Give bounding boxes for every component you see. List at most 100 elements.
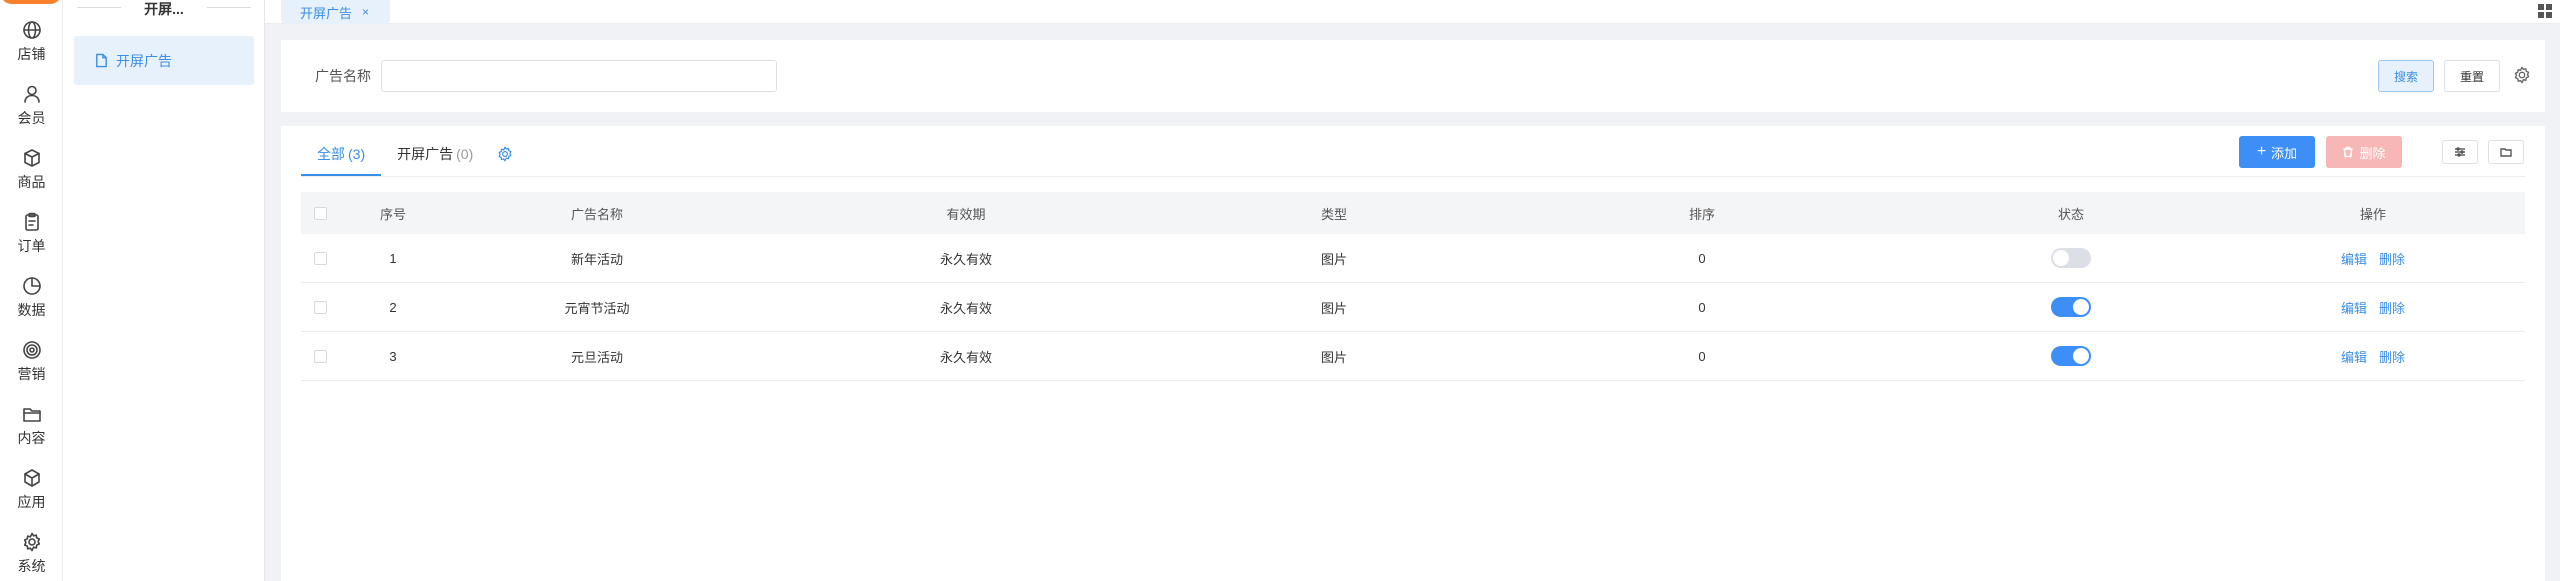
column-header: 操作 <box>2359 206 2386 222</box>
nav-item-label: 数据 <box>17 302 46 318</box>
delete-link[interactable]: 删除 <box>2379 249 2405 268</box>
nav-item-goods[interactable]: 商品 <box>0 148 63 204</box>
status-toggle[interactable] <box>2051 297 2091 317</box>
brand-logo <box>0 0 62 4</box>
submenu-item-splash-ad[interactable]: 开屏广告 <box>74 36 254 85</box>
column-header: 有效期 <box>946 206 986 222</box>
globe-icon <box>22 21 41 39</box>
plus-icon: + <box>2256 143 2267 160</box>
row-validity: 永久有效 <box>939 251 992 267</box>
toggle-knob <box>2073 299 2089 315</box>
tab-count: (0) <box>456 146 474 162</box>
submenu-item-label: 开屏广告 <box>116 52 172 69</box>
export-button[interactable] <box>2488 140 2524 164</box>
nav-item-content[interactable]: 内容 <box>0 404 63 460</box>
add-button-label: 添加 <box>2271 145 2298 161</box>
nav-item-label: 店铺 <box>17 46 46 62</box>
delete-link[interactable]: 删除 <box>2379 298 2405 317</box>
tabs-divider <box>301 176 2525 177</box>
column-header: 广告名称 <box>570 206 623 222</box>
nav-item-order[interactable]: 订单 <box>0 212 63 268</box>
column-header: 类型 <box>1320 206 1347 222</box>
row-select-cell <box>301 300 339 314</box>
cube-icon <box>23 469 40 487</box>
row-ad-name: 新年活动 <box>570 251 623 267</box>
row-actions: 编辑 删除 <box>2221 347 2525 366</box>
edit-link[interactable]: 编辑 <box>2341 249 2367 268</box>
row-validity: 永久有效 <box>939 300 992 316</box>
row-select-cell <box>301 349 339 363</box>
nav-item-label: 系统 <box>17 558 46 574</box>
row-status-cell <box>1921 297 2221 317</box>
pie-chart-icon <box>22 277 41 295</box>
table-row: 1 新年活动 永久有效 图片 0 编辑 删除 <box>301 234 2525 283</box>
user-icon <box>23 85 40 103</box>
row-actions: 编辑 删除 <box>2221 249 2525 268</box>
select-all-checkbox[interactable] <box>313 206 327 220</box>
tab-all[interactable]: 全部 (3) <box>301 140 382 176</box>
row-checkbox[interactable] <box>313 251 327 265</box>
filter-tabs: 全部 (3) 开屏广告 (0) <box>301 140 513 176</box>
nav-item-marketing[interactable]: 营销 <box>0 340 63 396</box>
folder-icon <box>22 408 41 422</box>
nav-item-label: 订单 <box>17 238 46 254</box>
row-type: 图片 <box>1320 349 1347 365</box>
edit-link[interactable]: 编辑 <box>2341 347 2367 366</box>
nav-item-store[interactable]: 店铺 <box>0 20 63 76</box>
nav-item-label: 内容 <box>17 430 46 446</box>
open-tab-splash-ad[interactable]: 开屏广告 × <box>281 0 390 24</box>
tab-splash-ad[interactable]: 开屏广告 (0) <box>381 140 489 176</box>
tab-settings-icon[interactable] <box>497 146 513 162</box>
row-sort: 0 <box>1698 250 1706 266</box>
search-panel: 广告名称 搜索 重置 <box>281 40 2545 112</box>
target-icon <box>22 341 41 359</box>
folder-icon <box>2500 148 2512 157</box>
nav-item-system[interactable]: 系统 <box>0 532 63 581</box>
nav-item-label: 会员 <box>17 110 46 126</box>
column-settings-button[interactable] <box>2442 140 2478 164</box>
nav-item-label: 商品 <box>17 174 46 190</box>
search-button[interactable]: 搜索 <box>2378 60 2434 92</box>
gear-icon[interactable] <box>2513 66 2531 84</box>
close-icon[interactable]: × <box>362 5 369 19</box>
row-index: 2 <box>389 299 397 315</box>
submenu-title: 开屏... <box>63 0 265 18</box>
nav-item-apps[interactable]: 应用 <box>0 468 63 524</box>
toggle-knob <box>2073 348 2089 364</box>
delete-link[interactable]: 删除 <box>2379 347 2405 366</box>
batch-delete-label: 删除 <box>2359 145 2386 161</box>
table-row: 2 元宵节活动 永久有效 图片 0 编辑 删除 <box>301 283 2525 332</box>
ad-table: 序号 广告名称 有效期 类型 排序 状态 操作 1 新年活动 永久有效 图片 0… <box>301 192 2525 381</box>
row-index: 1 <box>389 250 397 266</box>
open-tabs-bar: 开屏广告 × <box>265 0 2560 24</box>
row-checkbox[interactable] <box>313 349 327 363</box>
select-all-cell <box>301 206 339 220</box>
status-toggle[interactable] <box>2051 346 2091 366</box>
row-sort: 0 <box>1698 348 1706 364</box>
column-header: 状态 <box>2057 206 2084 222</box>
row-index: 3 <box>389 348 397 364</box>
add-button[interactable]: + 添加 <box>2239 136 2315 168</box>
edit-link[interactable]: 编辑 <box>2341 298 2367 317</box>
nav-item-data[interactable]: 数据 <box>0 276 63 332</box>
reset-button[interactable]: 重置 <box>2444 60 2500 92</box>
row-type: 图片 <box>1320 251 1347 267</box>
sliders-icon <box>2455 147 2465 157</box>
grid-icon[interactable] <box>2538 4 2552 18</box>
tab-count: (3) <box>348 146 366 162</box>
document-icon <box>96 53 107 68</box>
gear-icon <box>23 532 40 552</box>
row-ad-name: 元宵节活动 <box>564 300 630 316</box>
row-actions: 编辑 删除 <box>2221 298 2525 317</box>
status-toggle[interactable] <box>2051 248 2091 268</box>
row-ad-name: 元旦活动 <box>570 349 623 365</box>
ad-name-input[interactable] <box>381 60 777 92</box>
row-select-cell <box>301 251 339 265</box>
nav-item-member[interactable]: 会员 <box>0 84 63 140</box>
row-sort: 0 <box>1698 299 1706 315</box>
column-header: 序号 <box>379 206 406 222</box>
batch-delete-button[interactable]: 删除 <box>2326 136 2402 168</box>
table-row: 3 元旦活动 永久有效 图片 0 编辑 删除 <box>301 332 2525 381</box>
main-nav-rail: 店铺 会员 商品 订单 数据 营销 内容 应用 系统 <box>0 0 63 581</box>
row-checkbox[interactable] <box>313 300 327 314</box>
